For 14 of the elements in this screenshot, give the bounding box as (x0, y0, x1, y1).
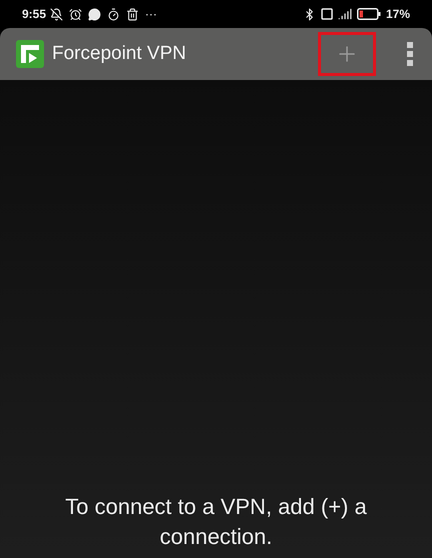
more-icon (407, 42, 413, 66)
status-time: 9:55 (22, 6, 46, 23)
empty-state-message: To connect to a VPN, add (+) a connection. (64, 493, 368, 551)
chat-icon (88, 8, 102, 20)
battery-percentage: 17% (386, 6, 410, 23)
signal-icon (338, 7, 352, 21)
notification-off-icon (50, 8, 64, 20)
timer-icon (107, 8, 120, 20)
more-notifications: ··· (145, 6, 158, 23)
alarm-icon (69, 8, 82, 20)
app-title: Forcepoint VPN (52, 42, 186, 66)
app-logo-icon (16, 40, 44, 68)
battery-icon (356, 8, 381, 20)
trash-icon (126, 8, 140, 20)
